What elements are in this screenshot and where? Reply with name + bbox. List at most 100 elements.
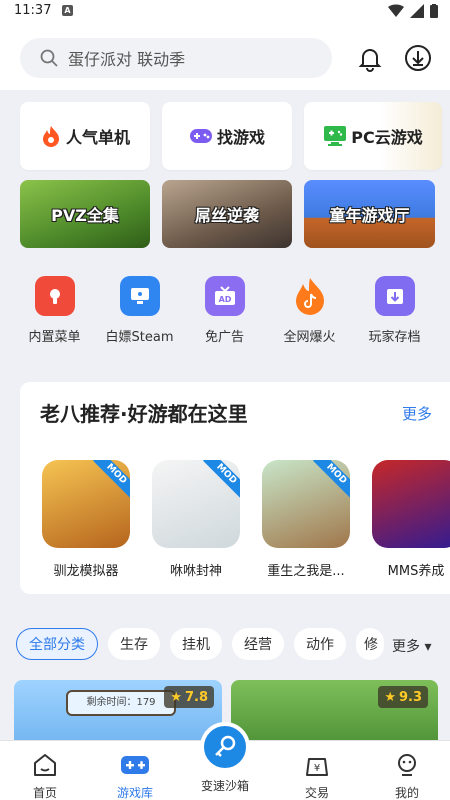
tool-built-in-menu[interactable]: 内置菜单 [12,276,97,345]
tab-profile[interactable]: 我的 [372,751,442,800]
game-icon: MOD [262,460,350,548]
game-name: 咻咻封神 [169,564,222,579]
menu-icon [34,276,75,316]
tool-viral-hits[interactable]: 全网爆火 [267,276,352,345]
sandbox-fab-button[interactable] [200,722,250,772]
tiktok-fire-icon [290,276,330,316]
search-placeholder: 蛋仔派对 联动季 [68,50,186,69]
recommend-title: 老八推荐·好游都在这里 [40,402,248,426]
gamepad-icon [189,129,212,143]
star-icon: ★ [384,689,396,705]
monitor-icon [119,276,160,316]
game-name: 重生之我是... [267,564,345,579]
quick-card-pc-cloud[interactable]: PC云游戏 [304,102,442,170]
game-item[interactable]: MOD 驯龙模拟器 [42,460,130,579]
recommend-more-link[interactable]: 更多 [402,403,432,424]
ad-block-icon: AD [204,276,245,316]
category-chip[interactable]: 生存 [108,628,160,660]
quick-card-find-game[interactable]: 找游戏 [162,102,292,170]
bell-icon[interactable] [354,42,386,74]
game-item[interactable]: MOD 咻咻封神 [152,460,240,579]
monitor-gamepad-icon [324,126,347,146]
game-icon: MOD [42,460,130,548]
tool-label: 白嫖Steam [105,330,174,345]
quick-card-popular-offline[interactable]: 人气单机 [20,102,150,170]
category-chips: 全部分类 生存 挂机 经营 动作 修 [16,628,384,660]
game-icon [372,460,450,548]
cell-signal-icon [410,4,424,18]
recommend-panel: 老八推荐·好游都在这里 更多 MOD 驯龙模拟器 MOD 咻咻封神 MOD 重生… [20,382,450,594]
category-more-button[interactable]: 更多 ▾ [392,636,431,656]
tab-label: 变速沙箱 [200,779,249,793]
tool-player-saves[interactable]: 玩家存档 [352,276,437,345]
tab-label: 交易 [304,786,329,800]
caret-down-icon: ▾ [424,639,432,655]
tool-free-steam[interactable]: 白嫖Steam [97,276,182,345]
banner-row: PVZ全集 屌丝逆袭 童年游戏厅 [20,180,435,248]
quick-card-label: 人气单机 [65,128,130,147]
status-time: 11:37 [14,3,52,18]
mod-badge: MOD [203,460,240,498]
category-chip[interactable]: 修 [356,628,384,660]
save-folder-icon [374,276,415,316]
game-item[interactable]: MMS养成 [372,460,450,579]
search-icon [40,49,58,67]
mod-badge: MOD [313,460,350,498]
category-chip[interactable]: 挂机 [170,628,222,660]
fire-icon [42,126,59,147]
category-chip-all[interactable]: 全部分类 [16,628,98,660]
banner-label: 屌丝逆袭 [194,206,259,225]
profile-icon [398,754,416,776]
tab-trade[interactable]: ¥ 交易 [282,751,352,800]
game-name: 驯龙模拟器 [53,564,119,579]
game-name: MMS养成 [387,564,445,579]
game-card-timer: 剩余时间：179 [66,690,176,716]
tool-label: 全网爆火 [283,330,336,345]
category-more-label: 更多 [392,639,420,655]
banner-label: 童年游戏厅 [329,206,410,225]
svg-text:AD: AD [218,295,231,304]
tool-icon-row: 内置菜单 白嫖Steam AD 免广告 全网爆火 玩家存档 [12,276,437,345]
game-item[interactable]: MOD 重生之我是... [262,460,350,579]
status-bar: 11:37 A [0,0,450,24]
category-chip[interactable]: 经营 [232,628,284,660]
star-icon: ★ [170,689,182,705]
home-icon [34,754,56,776]
svg-text:¥: ¥ [314,763,320,774]
tab-label: 游戏库 [116,786,153,800]
category-chip[interactable]: 动作 [294,628,346,660]
trade-icon: ¥ [306,758,328,776]
battery-icon [430,4,438,18]
game-card[interactable]: ★ 9.3 [231,680,438,740]
tab-label: 我的 [394,786,419,800]
notification-icon: A [62,5,73,16]
tab-game-library[interactable]: 游戏库 [100,751,170,800]
tool-ad-free[interactable]: AD 免广告 [182,276,267,345]
download-icon[interactable] [402,42,434,74]
quick-cards: 人气单机 找游戏 PC云游戏 [20,102,442,170]
banner-label: PVZ全集 [51,206,119,225]
rating-value: 7.8 [184,689,208,705]
mod-badge: MOD [93,460,130,498]
tool-label: 免广告 [204,330,244,345]
tab-home[interactable]: 首页 [10,751,80,800]
gamepad-icon [121,756,149,774]
rating-badge: ★ 9.3 [378,686,428,708]
game-card[interactable]: 剩余时间：179 ★ 7.8 [14,680,222,740]
search-bar[interactable]: 蛋仔派对 联动季 [20,38,332,78]
wifi-icon [388,4,404,18]
tab-speed-sandbox[interactable]: 变速沙箱 [190,777,260,794]
main-content: 人气单机 找游戏 PC云游戏 PVZ全集 屌丝逆袭 童年游戏厅 内置菜单 白嫖S… [0,90,450,740]
tool-label: 内置菜单 [28,330,81,345]
tool-label: 玩家存档 [368,330,421,345]
tab-label: 首页 [32,786,57,800]
top-bar: 蛋仔派对 联动季 [0,24,450,90]
quick-card-label: 找游戏 [216,128,265,147]
banner-pvz[interactable]: PVZ全集 [20,180,150,248]
quick-card-label: PC云游戏 [351,128,423,147]
banner-underdog[interactable]: 屌丝逆袭 [162,180,292,248]
game-icon: MOD [152,460,240,548]
recommend-games: MOD 驯龙模拟器 MOD 咻咻封神 MOD 重生之我是... MMS养成 [42,460,450,579]
banner-retro-arcade[interactable]: 童年游戏厅 [304,180,435,248]
system-icons [388,4,438,18]
